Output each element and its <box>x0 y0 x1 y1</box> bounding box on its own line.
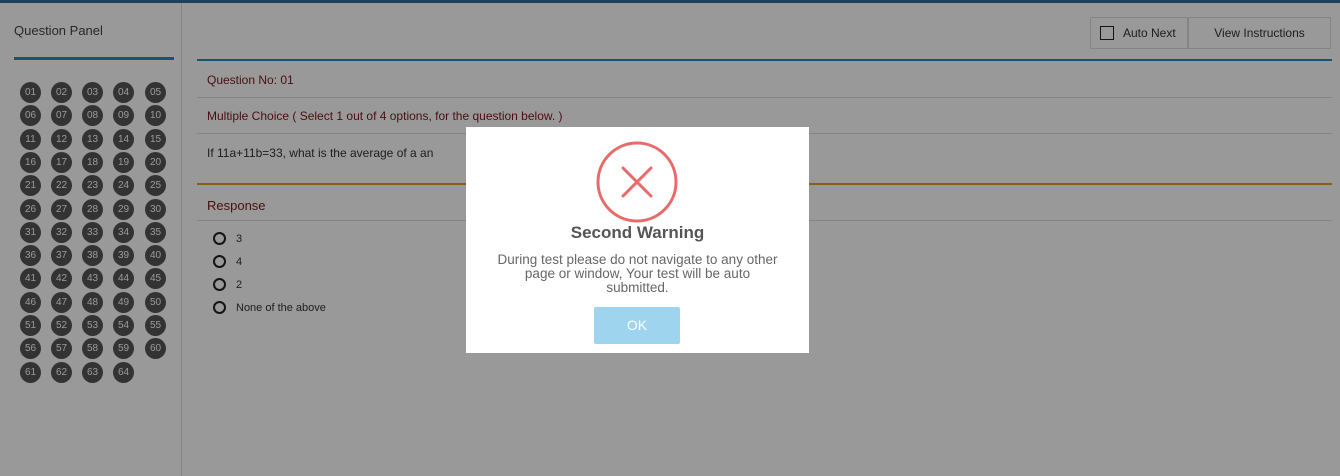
error-x-icon <box>595 140 679 224</box>
warning-dialog: Second Warning During test please do not… <box>466 127 809 353</box>
ok-button[interactable]: OK <box>594 307 680 344</box>
dialog-title: Second Warning <box>570 223 705 242</box>
dialog-message: During test please do not navigate to an… <box>497 252 778 295</box>
